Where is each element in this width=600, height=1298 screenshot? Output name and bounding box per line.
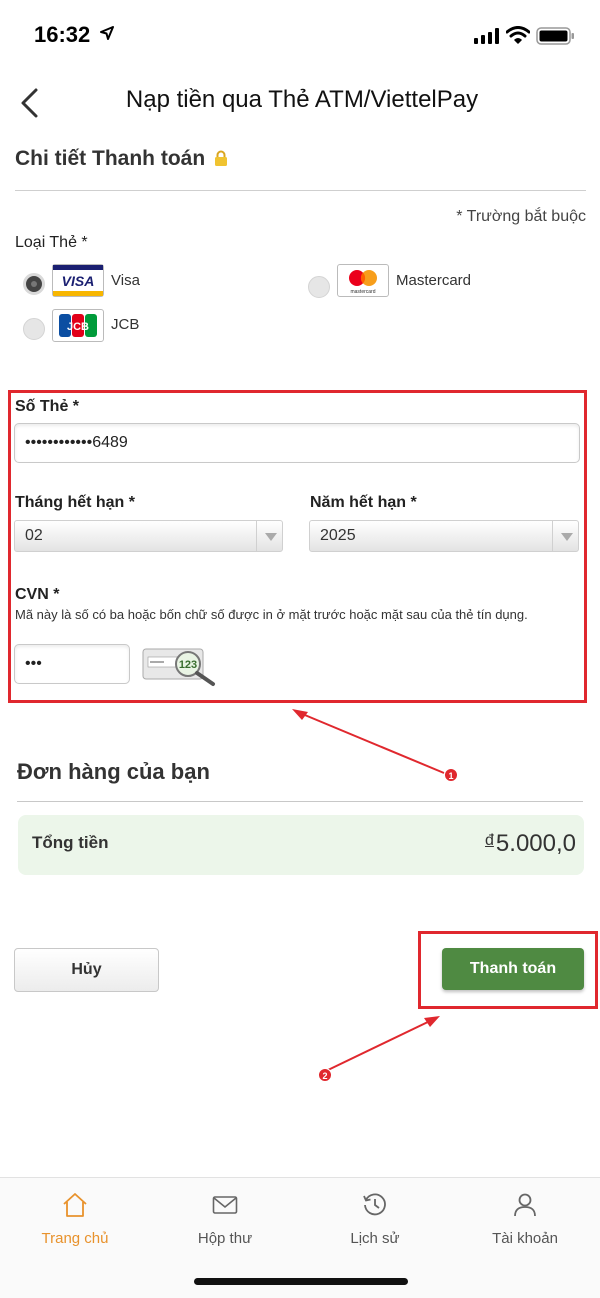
required-field-note: * Trường bắt buộc (456, 208, 586, 225)
annotation-badge-2: 2 (318, 1068, 332, 1082)
nav-label-home: Trang chủ (41, 1230, 109, 1247)
cellular-signal-icon (474, 28, 499, 44)
card-number-input[interactable]: ••••••••••••6489 (14, 423, 580, 463)
expiry-month-label: Tháng hết hạn * (15, 494, 135, 511)
expiry-year-label: Năm hết hạn * (310, 494, 417, 511)
status-time: 16:32 (34, 22, 91, 47)
annotation-badge-1: 1 (444, 768, 458, 782)
order-title: Đơn hàng của bạn (17, 759, 210, 784)
jcb-logo: JCB (52, 309, 104, 342)
cancel-button[interactable]: Hủy (14, 948, 159, 992)
total-amount: đ5.000,0 (485, 830, 576, 858)
cvn-help-text: 123 (179, 659, 197, 671)
currency-symbol: đ (485, 832, 494, 849)
cvn-help-image: 123 (142, 645, 218, 687)
nav-label-account: Tài khoản (492, 1230, 558, 1247)
expiry-month-value: 02 (25, 527, 43, 544)
nav-item-history[interactable]: Lịch sử (300, 1178, 450, 1258)
chevron-down-icon (256, 521, 282, 551)
nav-label-history: Lịch sử (350, 1230, 400, 1247)
home-icon (63, 1193, 87, 1217)
nav-item-account[interactable]: Tài khoản (450, 1178, 600, 1258)
account-icon (514, 1193, 536, 1217)
order-divider (17, 801, 583, 802)
jcb-radio[interactable] (23, 318, 45, 340)
nav-label-inbox: Hộp thư (197, 1230, 253, 1247)
mastercard-logo-text: mastercard (350, 289, 375, 295)
jcb-logo-text: JCB (67, 321, 89, 333)
cvn-input[interactable]: ••• (14, 644, 130, 684)
nav-item-inbox[interactable]: Hộp thư (150, 1178, 300, 1258)
mastercard-label: Mastercard (396, 272, 472, 289)
pay-button[interactable]: Thanh toán (442, 948, 584, 990)
card-number-label: Số Thẻ * (15, 398, 80, 415)
section-divider (15, 190, 586, 191)
mastercard-logo: mastercard (337, 264, 389, 297)
payment-details-title: Chi tiết Thanh toán (15, 147, 206, 170)
visa-label: Visa (111, 272, 140, 289)
visa-radio[interactable] (23, 273, 45, 295)
status-bar: 16:32 (0, 0, 600, 72)
annotation-arrow-2 (327, 1016, 440, 1071)
payment-details-heading: Chi tiết Thanh toán (15, 147, 228, 171)
expiry-year-value: 2025 (320, 527, 356, 544)
jcb-label: JCB (111, 316, 140, 333)
cvn-hint: Mã này là số có ba hoặc bốn chữ số được … (15, 607, 528, 622)
chevron-down-icon (552, 521, 578, 551)
history-icon (363, 1193, 386, 1216)
total-box: Tổng tiền đ5.000,0 (18, 815, 584, 875)
expiry-month-select[interactable]: 02 (14, 520, 283, 552)
mastercard-radio[interactable] (308, 276, 330, 298)
visa-logo: VISA (52, 264, 104, 297)
total-amount-value: 5.000,0 (495, 830, 576, 857)
battery-icon (536, 27, 574, 45)
page-title: Nạp tiền qua Thẻ ATM/ViettelPay (125, 86, 479, 113)
visa-logo-text: VISA (62, 273, 95, 289)
location-arrow-icon (100, 26, 114, 40)
mail-icon (212, 1196, 238, 1214)
lock-icon (215, 150, 227, 166)
home-indicator (194, 1278, 408, 1285)
total-label: Tổng tiền (32, 833, 109, 852)
cvn-label: CVN * (15, 586, 60, 603)
annotation-arrow-1 (292, 709, 445, 774)
card-type-label: Loại Thẻ * (15, 234, 88, 251)
wifi-icon (506, 26, 530, 44)
nav-item-home[interactable]: Trang chủ (0, 1178, 150, 1258)
expiry-year-select[interactable]: 2025 (309, 520, 579, 552)
